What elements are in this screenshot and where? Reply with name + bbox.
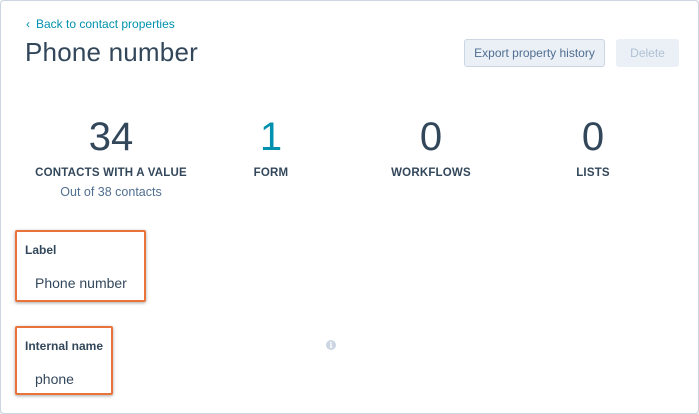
stat-lists: 0 LISTS [553,113,633,179]
stat-label: CONTACTS WITH A VALUE [35,167,187,179]
stat-contacts-with-value: 34 CONTACTS WITH A VALUE Out of 38 conta… [31,113,191,199]
back-link-label: Back to contact properties [36,17,175,31]
stat-workflows: 0 WORKFLOWS [376,113,486,179]
stat-label: WORKFLOWS [391,167,471,179]
stat-value: 0 [581,115,605,159]
internal-name-field-value: phone [35,371,74,387]
stat-subtext: Out of 38 contacts [60,185,162,199]
label-field-highlight [15,230,146,302]
stat-value: 0 [419,115,443,159]
chevron-left-icon: ‹ [26,17,30,31]
export-property-history-button[interactable]: Export property history [464,39,605,67]
stat-label: FORM [253,167,289,179]
stat-value-link[interactable]: 1 [231,113,311,161]
property-panel: ‹ Back to contact properties Phone numbe… [0,0,699,414]
delete-button[interactable]: Delete [616,39,679,67]
back-to-contact-properties-link[interactable]: ‹ Back to contact properties [26,17,175,31]
info-icon[interactable]: i [326,340,336,350]
label-field-value: Phone number [35,275,127,291]
stat-forms: 1 FORM [231,113,311,179]
stat-value: 34 [88,115,134,159]
stat-label: LISTS [576,167,610,179]
internal-name-field-title: Internal name [25,339,104,353]
label-field-title: Label [25,243,57,257]
page-title: Phone number [25,37,198,67]
